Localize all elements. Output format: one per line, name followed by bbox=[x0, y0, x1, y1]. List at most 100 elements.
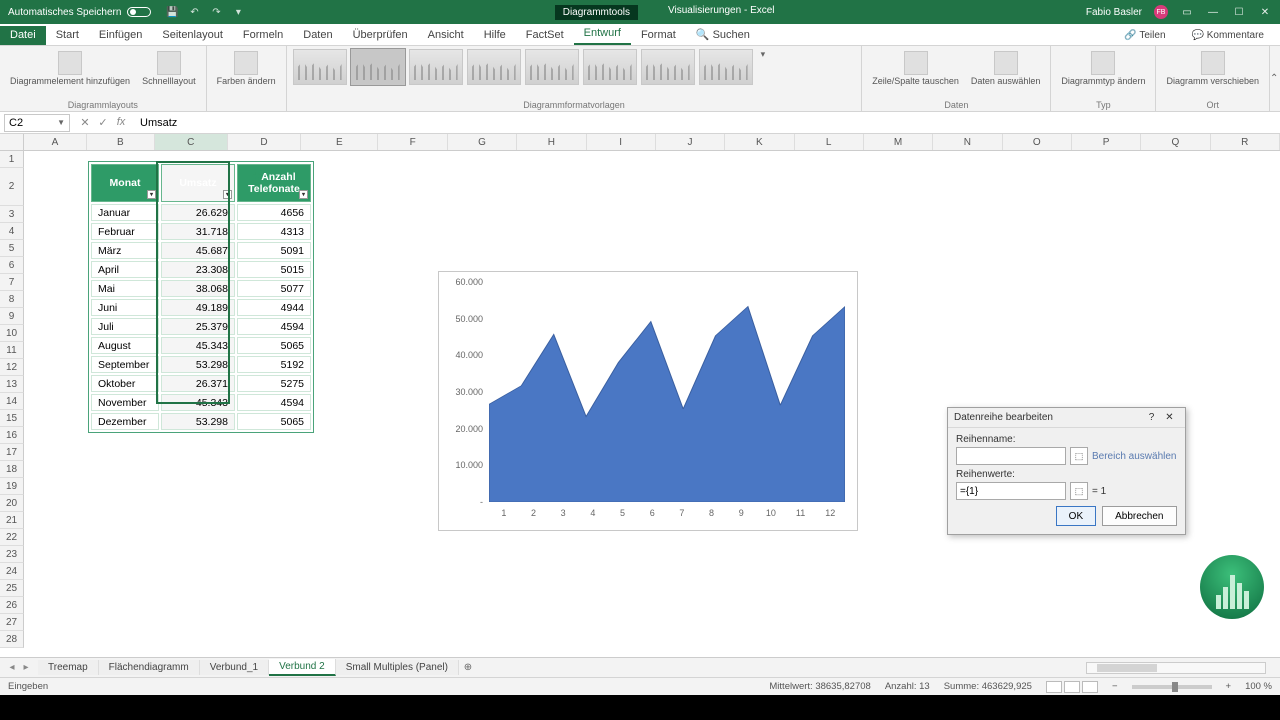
tell-me[interactable]: 🔍 Suchen bbox=[686, 25, 760, 45]
styles-more-icon[interactable]: ▾ bbox=[757, 49, 770, 60]
add-sheet-icon[interactable]: ⊕ bbox=[459, 662, 477, 673]
row-header[interactable]: 20 bbox=[0, 495, 24, 512]
chart-style-thumb[interactable] bbox=[583, 49, 637, 85]
view-normal-icon[interactable] bbox=[1046, 681, 1062, 693]
col-header[interactable]: P bbox=[1072, 134, 1141, 150]
col-header[interactable]: L bbox=[795, 134, 864, 150]
chart-style-thumb[interactable] bbox=[699, 49, 753, 85]
col-header[interactable]: A bbox=[24, 134, 87, 150]
col-header[interactable]: M bbox=[864, 134, 933, 150]
row-header[interactable]: 15 bbox=[0, 410, 24, 427]
horizontal-scrollbar[interactable] bbox=[1086, 662, 1266, 674]
minimize-icon[interactable]: — bbox=[1206, 5, 1220, 19]
col-header[interactable]: B bbox=[87, 134, 154, 150]
zoom-out-icon[interactable]: − bbox=[1112, 681, 1118, 692]
name-box[interactable]: C2▼ bbox=[4, 114, 70, 132]
row-header[interactable]: 26 bbox=[0, 597, 24, 614]
filter-icon[interactable]: ▾ bbox=[147, 190, 156, 199]
change-chart-type-button[interactable]: Diagrammtyp ändern bbox=[1057, 49, 1149, 88]
move-chart-button[interactable]: Diagramm verschieben bbox=[1162, 49, 1263, 88]
tab-start[interactable]: Start bbox=[46, 26, 89, 45]
chart-styles-gallery[interactable]: ▾ bbox=[293, 49, 856, 99]
series-values-input[interactable] bbox=[956, 482, 1066, 500]
range-select-icon[interactable]: ⬚ bbox=[1070, 482, 1088, 500]
row-header[interactable]: 22 bbox=[0, 529, 24, 546]
sheet-tab[interactable]: Verbund 2 bbox=[269, 659, 336, 676]
avatar[interactable]: FB bbox=[1154, 5, 1168, 19]
view-pagelayout-icon[interactable] bbox=[1064, 681, 1080, 693]
ribbon-display-icon[interactable]: ▭ bbox=[1180, 5, 1194, 19]
col-header[interactable]: K bbox=[725, 134, 794, 150]
fx-icon[interactable]: fx bbox=[114, 116, 128, 129]
col-header[interactable]: E bbox=[301, 134, 378, 150]
row-header[interactable]: 6 bbox=[0, 257, 24, 274]
chart-style-thumb[interactable] bbox=[293, 49, 347, 85]
tab-help[interactable]: Hilfe bbox=[474, 26, 516, 45]
chart-style-thumb[interactable] bbox=[525, 49, 579, 85]
tab-pagelayout[interactable]: Seitenlayout bbox=[152, 26, 233, 45]
sheet-tab[interactable]: Verbund_1 bbox=[200, 660, 269, 675]
filter-icon[interactable]: ▾ bbox=[223, 190, 232, 199]
row-header[interactable]: 28 bbox=[0, 631, 24, 648]
chart-style-thumb[interactable] bbox=[409, 49, 463, 85]
row-header[interactable]: 27 bbox=[0, 614, 24, 631]
maximize-icon[interactable]: ☐ bbox=[1232, 5, 1246, 19]
dialog-help-icon[interactable]: ? bbox=[1143, 412, 1161, 423]
close-icon[interactable]: ✕ bbox=[1258, 5, 1272, 19]
table-header-calls[interactable]: ✚Anzahl Telefonate▾ bbox=[237, 164, 311, 202]
tab-review[interactable]: Überprüfen bbox=[343, 26, 418, 45]
row-header[interactable]: 3 bbox=[0, 206, 24, 223]
confirm-edit-icon[interactable]: ✓ bbox=[96, 116, 110, 129]
col-header[interactable]: C bbox=[155, 134, 228, 150]
select-all-corner[interactable] bbox=[0, 134, 24, 150]
row-header[interactable]: 8 bbox=[0, 291, 24, 308]
table-row[interactable]: April23.3085015 bbox=[91, 261, 311, 278]
tab-view[interactable]: Ansicht bbox=[418, 26, 474, 45]
switch-row-col-button[interactable]: Zeile/Spalte tauschen bbox=[868, 49, 963, 88]
series-name-input[interactable] bbox=[956, 447, 1066, 465]
comments-button[interactable]: 💬 Kommentare bbox=[1182, 27, 1274, 45]
filter-icon[interactable]: ▾ bbox=[299, 190, 308, 199]
row-header[interactable]: 12 bbox=[0, 359, 24, 376]
row-header[interactable]: 24 bbox=[0, 563, 24, 580]
zoom-level[interactable]: 100 % bbox=[1245, 681, 1272, 692]
cancel-button[interactable]: Abbrechen bbox=[1102, 506, 1176, 526]
col-header[interactable]: Q bbox=[1141, 134, 1210, 150]
col-header[interactable]: R bbox=[1211, 134, 1280, 150]
tab-insert[interactable]: Einfügen bbox=[89, 26, 152, 45]
tab-file[interactable]: Datei bbox=[0, 26, 46, 45]
share-button[interactable]: 🔗 Teilen bbox=[1114, 27, 1175, 45]
table-row[interactable]: Juni49.1894944 bbox=[91, 299, 311, 316]
sheet-tab[interactable]: Treemap bbox=[38, 660, 99, 675]
row-header[interactable]: 2 bbox=[0, 168, 24, 206]
row-header[interactable]: 13 bbox=[0, 376, 24, 393]
row-header[interactable]: 17 bbox=[0, 444, 24, 461]
sheet-nav-first-icon[interactable]: ◂ bbox=[6, 662, 18, 673]
sheet-nav-last-icon[interactable]: ▸ bbox=[20, 662, 32, 673]
row-header[interactable]: 9 bbox=[0, 308, 24, 325]
row-header[interactable]: 11 bbox=[0, 342, 24, 359]
table-row[interactable]: Oktober26.3715275 bbox=[91, 375, 311, 392]
autosave-toggle[interactable] bbox=[127, 7, 151, 17]
col-header[interactable]: J bbox=[656, 134, 725, 150]
chart-style-thumb[interactable] bbox=[351, 49, 405, 85]
data-table[interactable]: Monat▾ Umsatz▾ ✚Anzahl Telefonate▾ Janua… bbox=[88, 161, 314, 433]
save-icon[interactable]: 💾 bbox=[165, 5, 179, 19]
col-header[interactable]: F bbox=[378, 134, 447, 150]
row-header[interactable]: 16 bbox=[0, 427, 24, 444]
table-row[interactable]: August45.3435065 bbox=[91, 337, 311, 354]
row-header[interactable]: 10 bbox=[0, 325, 24, 342]
table-header-revenue[interactable]: Umsatz▾ bbox=[161, 164, 235, 202]
view-pagebreak-icon[interactable] bbox=[1082, 681, 1098, 693]
table-row[interactable]: Dezember53.2985065 bbox=[91, 413, 311, 430]
row-header[interactable]: 23 bbox=[0, 546, 24, 563]
worksheet-grid[interactable]: A B C D E F G H I J K L M N O P Q R 1234… bbox=[0, 134, 1280, 657]
select-data-button[interactable]: Daten auswählen bbox=[967, 49, 1045, 88]
undo-icon[interactable]: ↶ bbox=[187, 5, 201, 19]
tab-factset[interactable]: FactSet bbox=[516, 26, 574, 45]
zoom-slider[interactable] bbox=[1132, 685, 1212, 689]
embedded-chart[interactable]: 60.00050.00040.00030.00020.00010.000- 12… bbox=[438, 271, 858, 531]
row-header[interactable]: 21 bbox=[0, 512, 24, 529]
col-header[interactable]: G bbox=[448, 134, 517, 150]
quick-layout-button[interactable]: Schnelllayout bbox=[138, 49, 200, 88]
